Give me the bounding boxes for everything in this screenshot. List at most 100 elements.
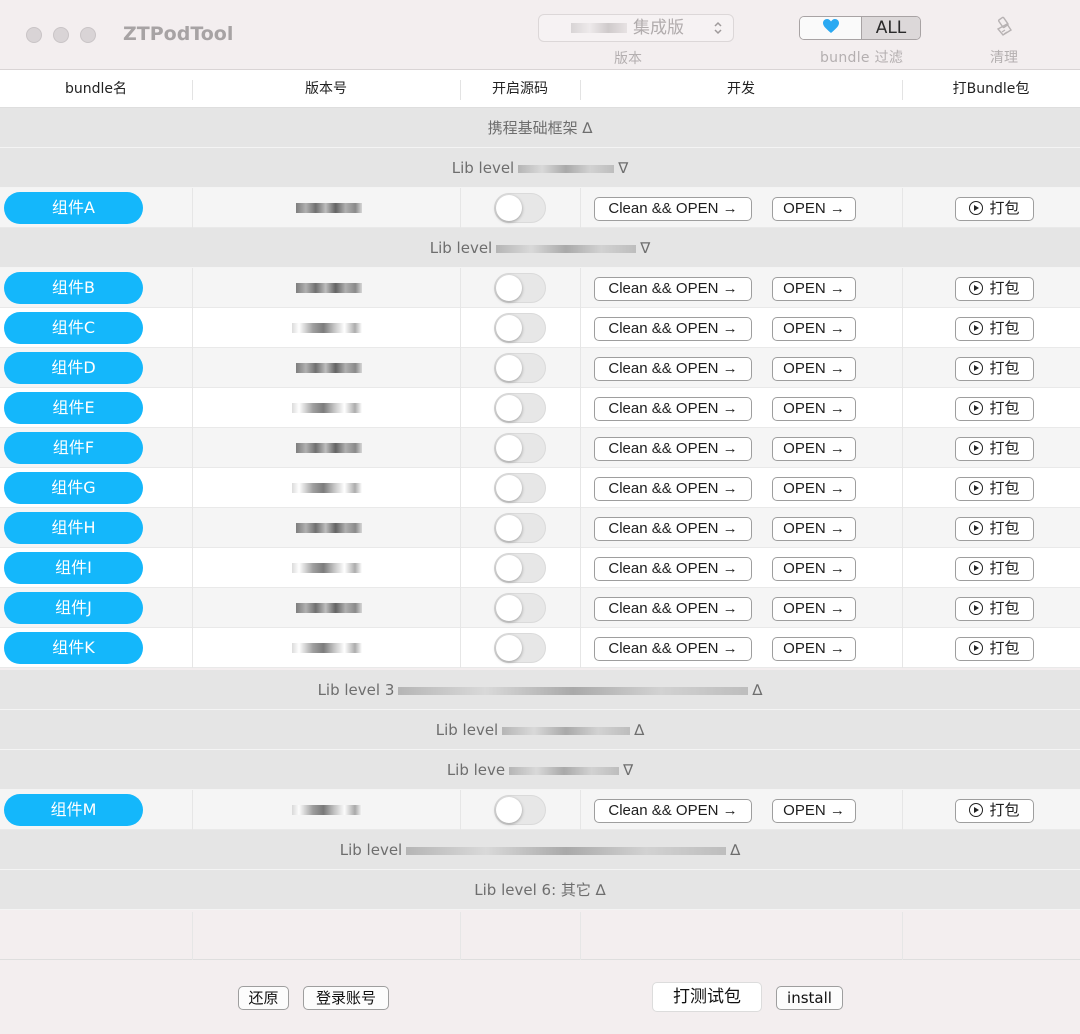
clean-open-button[interactable]: Clean && OPEN → — [594, 477, 752, 501]
clean-open-button[interactable]: Clean && OPEN → — [594, 437, 752, 461]
bundle-name-pill[interactable]: 组件F — [4, 432, 143, 464]
filter-favorites-segment[interactable] — [800, 17, 862, 39]
open-button[interactable]: OPEN → — [772, 477, 856, 501]
version-value-blurred — [292, 805, 362, 815]
clean-open-button[interactable]: Clean && OPEN → — [594, 597, 752, 621]
group-row[interactable]: Lib leve ∇ — [0, 750, 1080, 790]
open-button[interactable]: OPEN → — [772, 799, 856, 823]
pack-button[interactable]: 打包 — [955, 397, 1034, 421]
source-toggle[interactable] — [494, 393, 546, 423]
play-circle-icon — [969, 561, 984, 575]
source-toggle[interactable] — [494, 313, 546, 343]
source-toggle[interactable] — [494, 513, 546, 543]
bundle-name-pill[interactable]: 组件J — [4, 592, 143, 624]
group-title: Lib level 3 — [317, 681, 395, 699]
pack-button[interactable]: 打包 — [955, 517, 1034, 541]
version-select[interactable]: 集成版 — [538, 14, 734, 42]
cell-divider — [192, 268, 193, 308]
source-toggle[interactable] — [494, 795, 546, 825]
broom-clean-icon[interactable] — [994, 16, 1016, 43]
column-header-bundle-name[interactable]: bundle名 — [0, 70, 192, 108]
source-toggle[interactable] — [494, 473, 546, 503]
group-row[interactable]: Lib level 3 ∆ — [0, 670, 1080, 710]
pack-button[interactable]: 打包 — [955, 317, 1034, 341]
open-button[interactable]: OPEN → — [772, 197, 856, 221]
open-button[interactable]: OPEN → — [772, 437, 856, 461]
bundle-name-pill[interactable]: 组件D — [4, 352, 143, 384]
bundle-name-pill[interactable]: 组件I — [4, 552, 143, 584]
close-window-button[interactable] — [26, 27, 42, 43]
open-button[interactable]: OPEN → — [772, 317, 856, 341]
group-row[interactable]: Lib level ∆ — [0, 830, 1080, 870]
restore-button[interactable]: 还原 — [238, 986, 289, 1010]
bundle-name-pill[interactable]: 组件A — [4, 192, 143, 224]
group-row[interactable]: Lib level 6: 其它 ∆ — [0, 870, 1080, 910]
group-arrow: ∇ — [618, 159, 629, 177]
pack-button-label: 打包 — [989, 480, 1020, 497]
clean-open-button[interactable]: Clean && OPEN → — [594, 557, 752, 581]
filter-label: bundle 过滤 — [820, 50, 904, 66]
clean-open-button[interactable]: Clean && OPEN → — [594, 277, 752, 301]
zoom-window-button[interactable] — [80, 27, 96, 43]
bundle-name-pill[interactable]: 组件G — [4, 472, 143, 504]
bundle-name-pill[interactable]: 组件M — [4, 794, 143, 826]
open-button[interactable]: OPEN → — [772, 597, 856, 621]
clean-open-button[interactable]: Clean && OPEN → — [594, 317, 752, 341]
pack-button[interactable]: 打包 — [955, 277, 1034, 301]
bundle-name-pill[interactable]: 组件C — [4, 312, 143, 344]
clean-open-button[interactable]: Clean && OPEN → — [594, 517, 752, 541]
bundle-name-pill[interactable]: 组件K — [4, 632, 143, 664]
source-toggle[interactable] — [494, 353, 546, 383]
toggle-knob — [496, 635, 522, 661]
pack-button[interactable]: 打包 — [955, 637, 1034, 661]
source-toggle[interactable] — [494, 193, 546, 223]
pack-button[interactable]: 打包 — [955, 477, 1034, 501]
bundle-name-pill[interactable]: 组件H — [4, 512, 143, 544]
table-row: 组件J Clean && OPEN → OPEN → 打包 — [0, 588, 1080, 628]
clean-open-button[interactable]: Clean && OPEN → — [594, 357, 752, 381]
group-row[interactable]: Lib level ∆ — [0, 710, 1080, 750]
column-header-version[interactable]: 版本号 — [192, 70, 460, 108]
bundle-name-pill[interactable]: 组件B — [4, 272, 143, 304]
column-header-pack[interactable]: 打Bundle包 — [902, 70, 1080, 108]
open-button[interactable]: OPEN → — [772, 397, 856, 421]
open-button[interactable]: OPEN → — [772, 357, 856, 381]
bundle-name-pill[interactable]: 组件E — [4, 392, 143, 424]
source-toggle[interactable] — [494, 433, 546, 463]
open-button[interactable]: OPEN → — [772, 517, 856, 541]
open-button[interactable]: OPEN → — [772, 277, 856, 301]
column-header-source[interactable]: 开启源码 — [460, 70, 580, 108]
pack-button[interactable]: 打包 — [955, 437, 1034, 461]
group-row[interactable]: Lib level ∇ — [0, 228, 1080, 268]
clean-open-button[interactable]: Clean && OPEN → — [594, 637, 752, 661]
source-toggle[interactable] — [494, 273, 546, 303]
group-row[interactable]: Lib level ∇ — [0, 148, 1080, 188]
open-button[interactable]: OPEN → — [772, 637, 856, 661]
source-toggle[interactable] — [494, 553, 546, 583]
cell-divider — [192, 188, 193, 228]
login-account-button[interactable]: 登录账号 — [303, 986, 389, 1010]
pack-button[interactable]: 打包 — [955, 357, 1034, 381]
build-test-package-button[interactable]: 打测试包 — [652, 982, 762, 1012]
pack-button[interactable]: 打包 — [955, 597, 1034, 621]
clean-open-button[interactable]: Clean && OPEN → — [594, 799, 752, 823]
column-header-develop[interactable]: 开发 — [580, 70, 902, 108]
cell-divider — [580, 790, 581, 830]
pack-button[interactable]: 打包 — [955, 557, 1034, 581]
pack-button[interactable]: 打包 — [955, 197, 1034, 221]
filter-all-segment[interactable]: ALL — [862, 17, 920, 39]
clean-open-button[interactable]: Clean && OPEN → — [594, 197, 752, 221]
source-toggle[interactable] — [494, 593, 546, 623]
cell-divider — [192, 308, 193, 348]
pack-button-label: 打包 — [989, 320, 1020, 337]
minimize-window-button[interactable] — [53, 27, 69, 43]
titlebar: ZTPodTool 集成版 版本 ALL bundle 过滤 清理 — [0, 0, 1080, 70]
install-button[interactable]: install — [776, 986, 843, 1010]
source-toggle[interactable] — [494, 633, 546, 663]
open-button[interactable]: OPEN → — [772, 557, 856, 581]
pack-button[interactable]: 打包 — [955, 799, 1034, 823]
group-row[interactable]: 携程基础框架 ∆ — [0, 108, 1080, 148]
table-row: 组件H Clean && OPEN → OPEN → 打包 — [0, 508, 1080, 548]
version-value-blurred — [296, 203, 362, 213]
clean-open-button[interactable]: Clean && OPEN → — [594, 397, 752, 421]
